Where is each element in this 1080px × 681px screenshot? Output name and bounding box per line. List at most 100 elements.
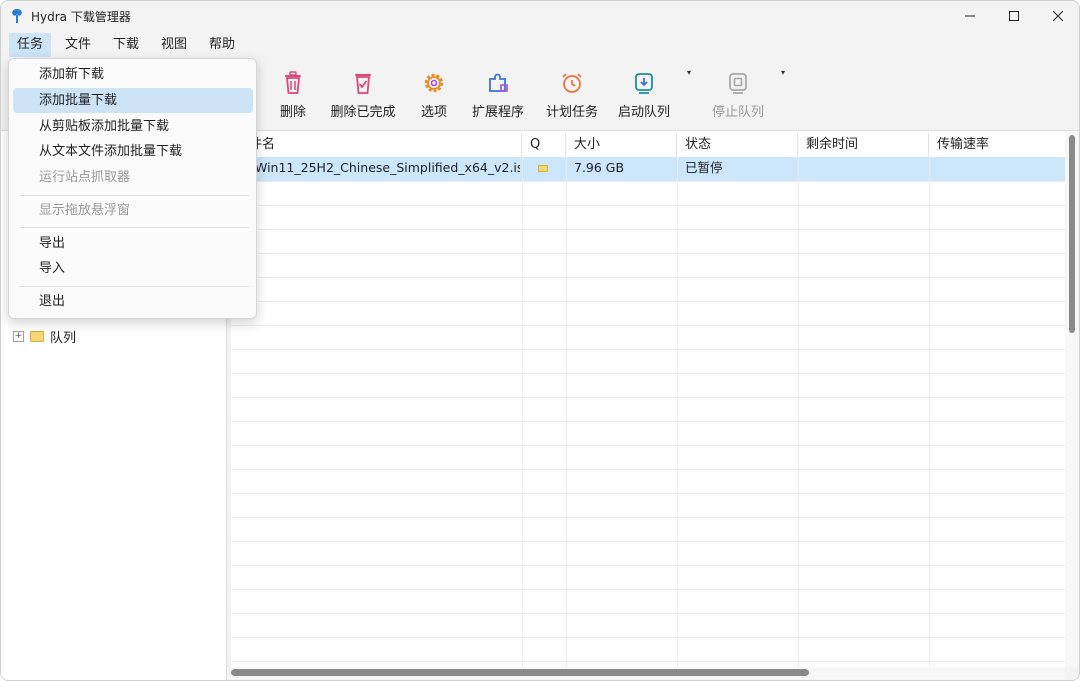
app-window: Hydra 下载管理器 任务 文件 下载 视图 帮助 删除 删除已完成 选项 扩…: [0, 0, 1080, 681]
column-header-time-left[interactable]: 剩余时间: [798, 133, 929, 157]
tree-expander-icon[interactable]: +: [13, 330, 24, 342]
maximize-button[interactable]: [991, 1, 1037, 31]
start-queue-button[interactable]: 启动队列: [613, 58, 675, 130]
scheduler-button[interactable]: 计划任务: [541, 58, 603, 130]
hydra-logo-icon: [12, 9, 22, 23]
grid-column-line: [677, 157, 678, 667]
menu-item-exit[interactable]: 退出: [13, 289, 253, 314]
stop-queue-icon: [729, 73, 747, 94]
column-header-rate[interactable]: 传输速率: [929, 133, 1065, 157]
grid-row-line: [231, 517, 1065, 518]
folder-icon: [538, 165, 548, 172]
grid-row-line: [231, 421, 1065, 422]
grid-row-line: [231, 325, 1065, 326]
menu-item-run-site-grabber[interactable]: 运行站点抓取器: [13, 165, 253, 190]
column-header-status[interactable]: 状态: [677, 133, 798, 157]
tree-node-queue[interactable]: + 队列: [13, 326, 76, 346]
cell-filename: Win11_25H2_Chinese_Simplified_x64_v2.iso: [255, 160, 520, 175]
scheduler-label: 计划任务: [545, 105, 598, 120]
cell-size: 7.96 GB: [574, 160, 625, 175]
menu-item-batch-from-clipboard[interactable]: 从剪贴板添加批量下载: [13, 114, 253, 139]
grid-row-line: [231, 277, 1065, 278]
menu-download[interactable]: 下载: [105, 33, 147, 57]
menu-help[interactable]: 帮助: [201, 33, 243, 57]
grid-row-line: [231, 253, 1065, 254]
maximize-icon: [1009, 11, 1019, 21]
grid-row-line: [231, 373, 1065, 374]
grid-row-line: [231, 229, 1065, 230]
menu-separator: [19, 286, 249, 287]
gear-icon: [424, 73, 444, 93]
folder-icon: [30, 330, 44, 342]
grid-row-line: [231, 589, 1065, 590]
extensions-label: 扩展程序: [471, 105, 524, 120]
grid-row-line: [231, 349, 1065, 350]
menu-item-show-drop-target[interactable]: 显示拖放悬浮窗: [13, 198, 253, 223]
vertical-scrollbar[interactable]: [1065, 131, 1079, 667]
column-header-filename[interactable]: 件名: [231, 133, 522, 157]
grid-row-line: [231, 397, 1065, 398]
tree-label-queue: 队列: [50, 330, 77, 346]
start-queue-label: 启动队列: [617, 105, 670, 120]
grid-column-line: [798, 157, 799, 667]
puzzle-icon: [489, 73, 508, 92]
extensions-button[interactable]: 扩展程序: [467, 58, 529, 130]
alarm-clock-icon: [562, 73, 582, 93]
close-icon: [1053, 11, 1063, 21]
horizontal-scrollbar[interactable]: [231, 667, 1065, 679]
list-header: 件名 Q 大小 状态 剩余时间 传输速率: [231, 133, 1065, 157]
grid-column-line: [566, 157, 567, 667]
stop-queue-label: 停止队列: [711, 105, 764, 120]
menu-item-add-batch-download[interactable]: 添加批量下载: [13, 88, 253, 113]
grid-row-line: [231, 613, 1065, 614]
cell-rate: [937, 157, 1062, 181]
menu-item-batch-from-text-file[interactable]: 从文本文件添加批量下载: [13, 139, 253, 164]
menu-file[interactable]: 文件: [57, 33, 99, 57]
list-body: Win11_25H2_Chinese_Simplified_x64_v2.iso…: [231, 157, 1065, 667]
grid-row-line: [231, 541, 1065, 542]
start-queue-dropdown-arrow[interactable]: ▾: [687, 68, 691, 77]
menu-item-add-new-download[interactable]: 添加新下载: [13, 62, 253, 87]
delete-completed-button[interactable]: 删除已完成: [327, 58, 399, 130]
title-bar: Hydra 下载管理器: [1, 1, 1079, 31]
window-title: Hydra 下载管理器: [31, 10, 131, 24]
delete-completed-label: 删除已完成: [330, 105, 396, 120]
options-label: 选项: [420, 105, 447, 120]
grid-row-line: [231, 301, 1065, 302]
delete-label: 删除: [279, 105, 306, 120]
menu-task[interactable]: 任务: [9, 33, 52, 57]
vertical-scroll-thumb[interactable]: [1069, 135, 1075, 333]
minimize-icon: [965, 15, 975, 17]
minimize-button[interactable]: [947, 1, 993, 31]
grid-row-line: [231, 469, 1065, 470]
grid-column-line: [522, 157, 523, 667]
horizontal-scroll-thumb[interactable]: [231, 669, 809, 676]
menu-separator: [19, 227, 249, 228]
start-queue-icon: [635, 73, 653, 94]
options-button[interactable]: 选项: [411, 58, 457, 130]
cell-time-left: [806, 157, 926, 181]
menu-separator: [19, 195, 249, 196]
grid-row-line: [231, 205, 1065, 206]
stop-queue-dropdown-arrow[interactable]: ▾: [781, 68, 785, 77]
stop-queue-button[interactable]: 停止队列: [707, 58, 769, 130]
grid-row-line: [231, 181, 1065, 182]
grid-row-line: [231, 565, 1065, 566]
menu-bar: 任务 文件 下载 视图 帮助: [1, 31, 1079, 58]
close-button[interactable]: [1035, 1, 1079, 31]
task-menu-dropdown: 添加新下载 添加批量下载 从剪贴板添加批量下载 从文本文件添加批量下载 运行站点…: [8, 58, 257, 319]
download-list: 件名 Q 大小 状态 剩余时间 传输速率 Win11_25H2_Chinese_…: [231, 131, 1065, 667]
grid-row-line: [231, 637, 1065, 638]
column-header-queue[interactable]: Q: [522, 133, 566, 157]
trash-done-icon: [355, 74, 371, 94]
menu-item-export[interactable]: 导出: [13, 231, 253, 256]
menu-item-import[interactable]: 导入: [13, 256, 253, 281]
menu-view[interactable]: 视图: [153, 33, 195, 57]
grid-row-line: [231, 661, 1065, 662]
table-row[interactable]: Win11_25H2_Chinese_Simplified_x64_v2.iso…: [231, 157, 1065, 181]
grid-row-line: [231, 493, 1065, 494]
delete-button[interactable]: 删除: [267, 58, 319, 130]
grid-row-line: [231, 445, 1065, 446]
trash-icon: [285, 71, 301, 94]
column-header-size[interactable]: 大小: [566, 133, 677, 157]
